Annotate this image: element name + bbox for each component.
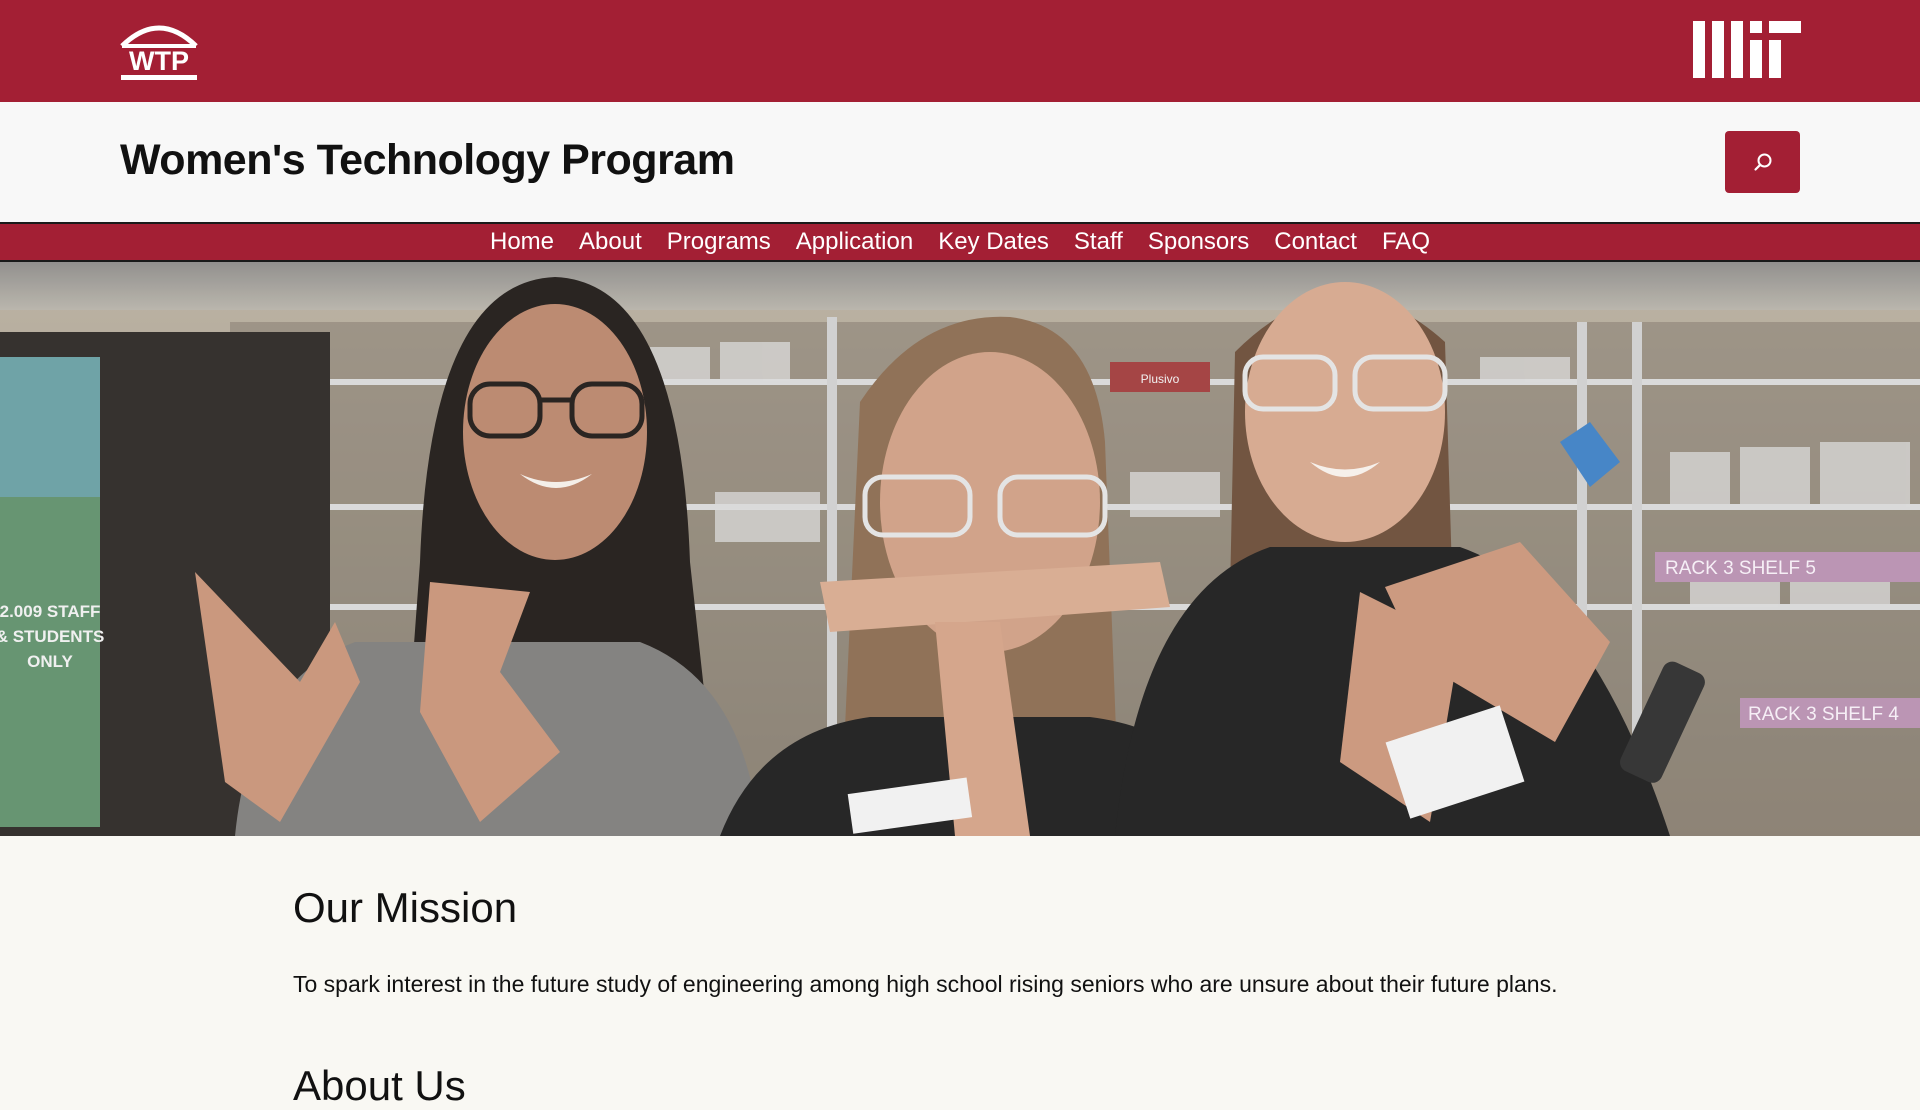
nav-application[interactable]: Application [796,230,913,254]
nav-staff[interactable]: Staff [1074,230,1123,254]
mit-logo-icon [1693,21,1801,78]
nav-contact[interactable]: Contact [1274,230,1357,254]
nav-faq[interactable]: FAQ [1382,230,1430,254]
nav-sponsors[interactable]: Sponsors [1148,230,1249,254]
mission-heading: Our Mission [293,884,518,931]
site-title[interactable]: Women's Technology Program [120,136,735,185]
logo-text: WTP [129,46,189,76]
mit-logo[interactable] [1693,21,1801,78]
nav-key-dates[interactable]: Key Dates [938,230,1049,254]
nav-about[interactable]: About [579,230,642,254]
about-heading: About Us [293,1062,466,1109]
wtp-logo-icon: WTP [120,25,198,80]
top-brand-bar: WTP [0,0,1920,102]
wtp-logo[interactable]: WTP [118,16,200,84]
hero-image: Plusivo RACK 3 SHELF 5 RACK 3 SHELF 4 2.… [0,262,1920,836]
nav-programs[interactable]: Programs [667,230,771,254]
mission-text: To spark interest in the future study of… [293,971,1558,997]
search-icon [1753,153,1771,171]
nav-home[interactable]: Home [490,230,554,254]
main-nav: Home About Programs Application Key Date… [0,222,1920,262]
search-button[interactable] [1725,131,1800,193]
